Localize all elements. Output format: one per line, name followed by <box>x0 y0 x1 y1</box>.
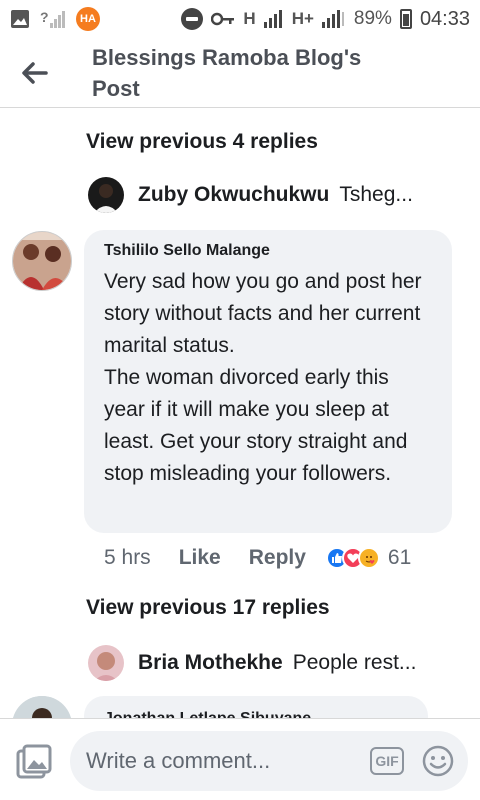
reply-author-name: Bria Mothekhe <box>138 651 283 674</box>
svg-text:?: ? <box>40 9 49 25</box>
network-type-label-2: H+ <box>291 9 314 28</box>
back-arrow-icon <box>22 61 48 84</box>
comment-author[interactable]: Jonathan Letlape Sibuyane <box>104 710 408 718</box>
comment-timestamp: 5 hrs <box>104 546 151 569</box>
smiley-icon <box>422 745 454 777</box>
emoji-button[interactable] <box>422 745 454 777</box>
view-previous-replies-bottom[interactable]: View previous 17 replies <box>86 596 330 620</box>
comment-input[interactable] <box>86 748 356 774</box>
comment-bubble-partial[interactable]: Jonathan Letlape Sibuyane <box>84 696 428 718</box>
reply-button[interactable]: Reply <box>249 546 306 570</box>
reply-author-name: Zuby Okwuchukwu <box>138 183 330 206</box>
avatar <box>88 177 124 213</box>
add-photo-button[interactable] <box>14 743 54 783</box>
comment-text: Very sad how you go and post her story w… <box>104 270 422 485</box>
comment-author[interactable]: Tshililo Sello Malange <box>104 242 432 260</box>
signal-strength-icon <box>263 10 284 28</box>
reply-preview-zuby[interactable]: Zuby Okwuchukwu Tsheg... <box>88 177 458 213</box>
reply-snippet: People rest... <box>292 651 417 674</box>
back-button[interactable] <box>0 38 70 108</box>
key-icon <box>211 12 235 26</box>
signal-question-icon: ? <box>40 8 66 30</box>
like-button[interactable]: Like <box>179 546 221 570</box>
status-bar: ? HA H H+ 89% 04:33 <box>0 0 480 38</box>
do-not-disturb-icon <box>181 8 204 30</box>
comment-composer: GIF <box>0 718 480 800</box>
clock-time: 04:33 <box>419 7 470 30</box>
comment-input-container[interactable]: GIF <box>70 731 468 791</box>
comment-bubble[interactable]: Tshililo Sello Malange Very sad how you … <box>84 230 452 533</box>
page-title: Blessings Ramoba Blog's Post <box>92 44 362 101</box>
avatar <box>88 645 124 681</box>
reactions-summary[interactable] <box>325 547 380 569</box>
view-previous-replies-top[interactable]: View previous 4 replies <box>86 130 318 154</box>
battery-percent: 89% <box>353 8 392 29</box>
reply-snippet: Tsheg... <box>339 183 413 206</box>
comment-actions: 5 hrs Like Reply 61 <box>104 546 454 570</box>
gif-button[interactable]: GIF <box>370 747 404 775</box>
avatar[interactable] <box>12 696 72 718</box>
post-header: Blessings Ramoba Blog's Post <box>0 38 480 108</box>
care-reaction-icon <box>357 547 380 569</box>
avatar[interactable] <box>12 231 72 291</box>
comment-thread: View previous 4 replies Zuby Okwuchukwu … <box>0 108 480 718</box>
ha-app-icon: HA <box>76 7 100 31</box>
photo-icon <box>16 744 52 779</box>
reply-preview-bria[interactable]: Bria Mothekhe People rest... <box>88 645 458 681</box>
network-type-label: H <box>243 9 256 28</box>
reaction-count[interactable]: 61 <box>388 546 411 570</box>
signal-strength-icon-2 <box>321 10 346 28</box>
gallery-notification-icon <box>10 9 30 29</box>
battery-icon <box>399 9 412 29</box>
